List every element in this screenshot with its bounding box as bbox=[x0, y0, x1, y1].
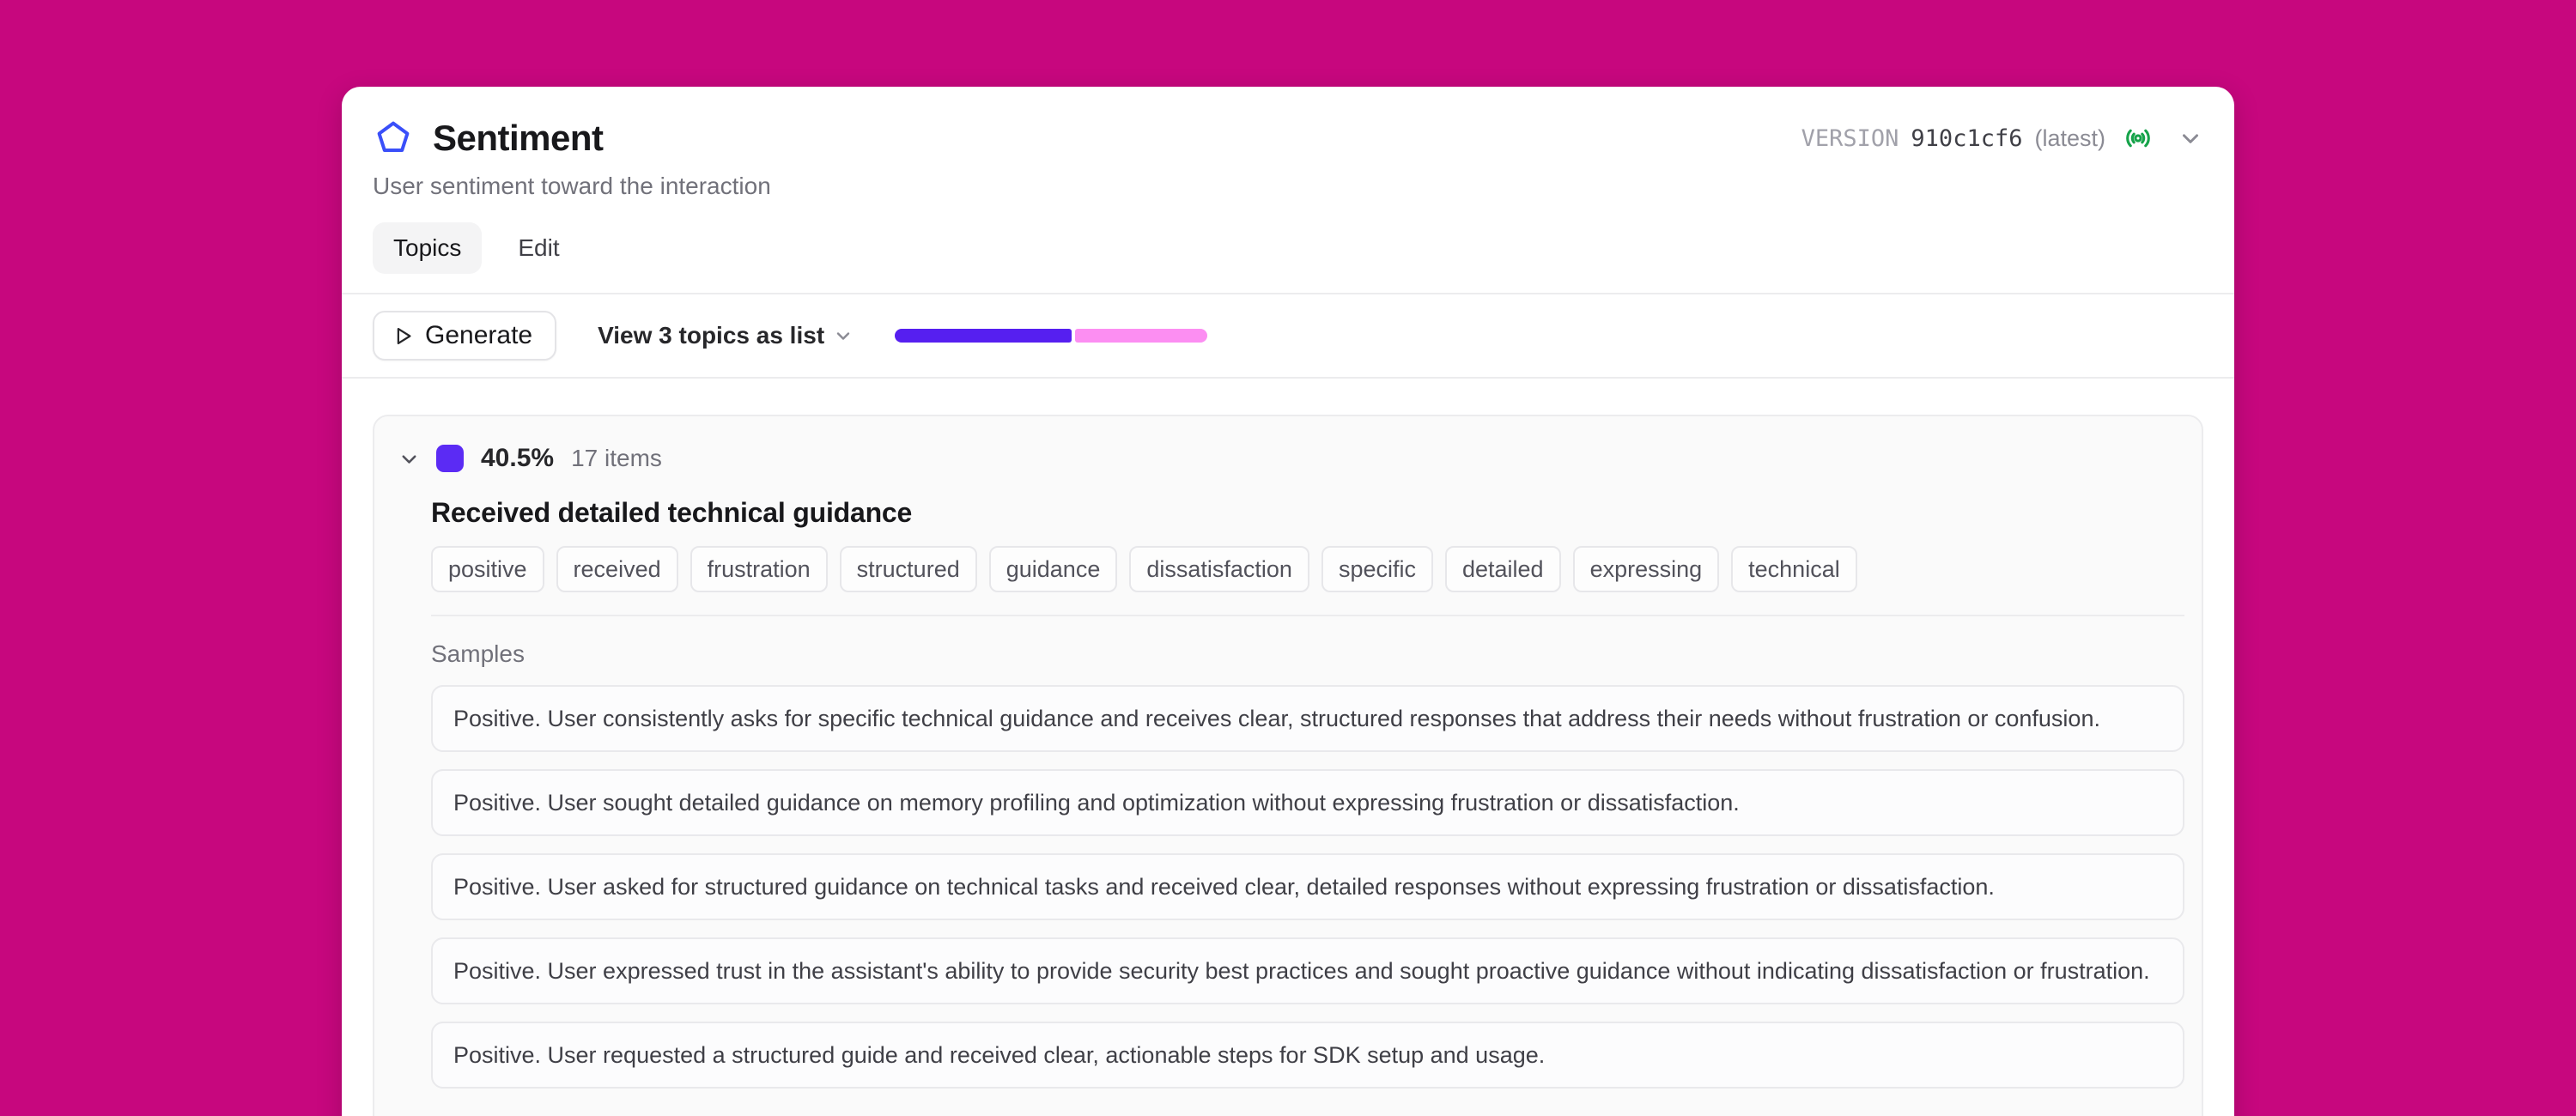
page-title: Sentiment bbox=[433, 118, 604, 159]
tag-pill: positive bbox=[431, 546, 544, 592]
page-subtitle: User sentiment toward the interaction bbox=[373, 173, 2203, 200]
tab-topics[interactable]: Topics bbox=[373, 222, 482, 274]
chevron-down-icon bbox=[833, 325, 854, 346]
panel-header: Sentiment VERSION 910c1cf6 (latest) bbox=[342, 87, 2234, 293]
view-topics-dropdown[interactable]: View 3 topics as list bbox=[598, 322, 854, 349]
topic-percent: 40.5% bbox=[481, 444, 554, 473]
tag-pill: detailed bbox=[1445, 546, 1561, 592]
tag-pill: guidance bbox=[989, 546, 1118, 592]
toolbar: Generate View 3 topics as list bbox=[342, 293, 2234, 379]
version-latest-badge: (latest) bbox=[2034, 125, 2105, 152]
tag-pill: expressing bbox=[1573, 546, 1720, 592]
divider bbox=[431, 615, 2184, 616]
tag-pill: received bbox=[556, 546, 678, 592]
topic-tags: positive received frustration structured… bbox=[431, 546, 2184, 592]
distribution-segment-pink bbox=[1075, 329, 1207, 343]
distribution-segment-purple bbox=[895, 329, 1072, 343]
tag-pill: dissatisfaction bbox=[1129, 546, 1309, 592]
tab-bar: Topics Edit bbox=[373, 222, 2203, 274]
sample-item[interactable]: Positive. User consistently asks for spe… bbox=[431, 685, 2184, 752]
play-icon bbox=[392, 324, 415, 348]
samples-label: Samples bbox=[431, 640, 2184, 668]
topic-distribution-bar bbox=[895, 329, 1207, 343]
version-chevron-down-icon[interactable] bbox=[2178, 125, 2203, 151]
tab-edit[interactable]: Edit bbox=[497, 222, 580, 274]
broadcast-live-icon bbox=[2123, 123, 2154, 154]
sample-item[interactable]: Positive. User requested a structured gu… bbox=[431, 1022, 2184, 1089]
topic-color-swatch bbox=[436, 445, 464, 472]
sentiment-panel: Sentiment VERSION 910c1cf6 (latest) bbox=[342, 87, 2234, 1116]
version-selector[interactable]: VERSION 910c1cf6 (latest) bbox=[1801, 123, 2203, 154]
sample-item[interactable]: Positive. User expressed trust in the as… bbox=[431, 937, 2184, 1004]
topic-card: 40.5% 17 items Received detailed technic… bbox=[373, 415, 2203, 1116]
topics-list: 40.5% 17 items Received detailed technic… bbox=[342, 379, 2234, 1116]
topic-expander[interactable]: 40.5% 17 items bbox=[397, 444, 2184, 473]
version-label: VERSION bbox=[1801, 125, 1899, 152]
sample-item[interactable]: Positive. User sought detailed guidance … bbox=[431, 769, 2184, 836]
version-hash: 910c1cf6 bbox=[1911, 125, 2022, 152]
sample-item[interactable]: Positive. User asked for structured guid… bbox=[431, 853, 2184, 920]
topic-items-count: 17 items bbox=[571, 445, 662, 472]
generate-button[interactable]: Generate bbox=[373, 311, 556, 361]
tag-pill: frustration bbox=[690, 546, 828, 592]
tag-pill: technical bbox=[1731, 546, 1857, 592]
view-topics-dropdown-label: View 3 topics as list bbox=[598, 322, 824, 349]
topic-title: Received detailed technical guidance bbox=[431, 497, 2184, 529]
pentagon-icon bbox=[373, 118, 414, 159]
tag-pill: structured bbox=[840, 546, 977, 592]
generate-button-label: Generate bbox=[425, 321, 532, 350]
topic-chevron-down-icon[interactable] bbox=[397, 446, 421, 470]
tag-pill: specific bbox=[1321, 546, 1433, 592]
